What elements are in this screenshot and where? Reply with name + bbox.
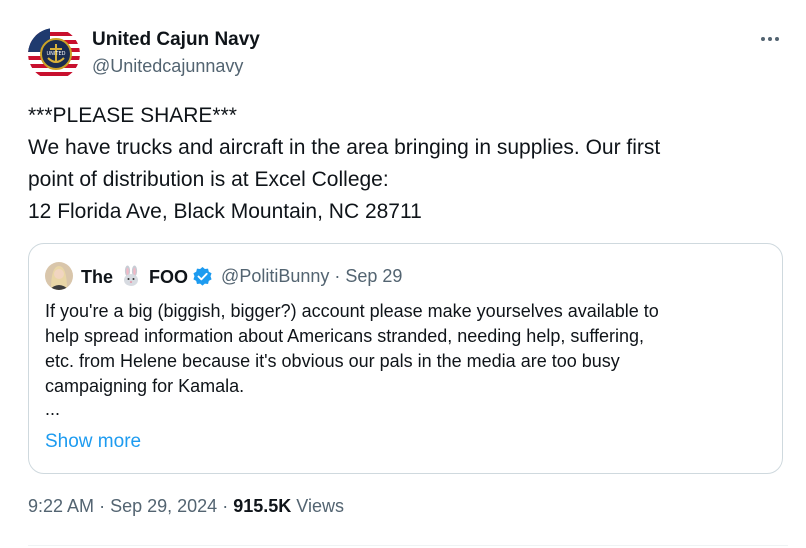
quoted-text-line: If you're a big (biggish, bigger?) accou… <box>45 301 659 321</box>
united-cajun-navy-logo-icon: UNITED <box>28 28 80 80</box>
quoted-text-ellipsis: ... <box>45 399 61 419</box>
views-count: 915.5K <box>233 496 292 516</box>
tweet-metadata: 9:22 AM · Sep 29, 2024 · 915.5K Views <box>28 496 344 517</box>
tweet-text-line: ***PLEASE SHARE*** <box>28 104 237 127</box>
quoted-author-name-part: FOO <box>149 266 189 287</box>
quoted-tweet-text: If you're a big (biggish, bigger?) accou… <box>45 299 770 419</box>
tweet-text: ***PLEASE SHARE*** We have trucks and ai… <box>28 100 788 228</box>
more-icon <box>761 37 765 41</box>
verified-badge-icon <box>193 266 212 286</box>
more-icon <box>768 37 772 41</box>
more-options-button[interactable] <box>752 24 788 54</box>
author-avatar[interactable]: UNITED <box>28 28 80 80</box>
tweet-text-line: We have trucks and aircraft in the area … <box>28 136 661 159</box>
svg-text:UNITED: UNITED <box>47 51 66 57</box>
views-label: Views <box>296 496 344 516</box>
tweet-text-line: point of distribution is at Excel Colleg… <box>28 168 389 191</box>
separator-dot: · <box>99 496 106 516</box>
more-icon <box>775 37 779 41</box>
author-handle[interactable]: @Unitedcajunnavy <box>92 56 243 77</box>
quoted-author-avatar[interactable] <box>45 262 73 290</box>
separator-dot: · <box>222 496 229 516</box>
quoted-author-name-part: The <box>81 266 114 287</box>
quoted-text-line: help spread information about Americans … <box>45 326 645 346</box>
divider <box>28 545 788 546</box>
quoted-tweet[interactable]: The FOO @PolitiBunny · Sep 29 If you're … <box>28 243 783 474</box>
quoted-author-name[interactable]: The FOO <box>81 265 188 288</box>
quoted-text-line: campaigning for Kamala. <box>45 376 245 396</box>
quoted-tweet-date[interactable]: Sep 29 <box>345 266 402 287</box>
separator-dot: · <box>334 265 341 286</box>
tweet-time[interactable]: 9:22 AM <box>28 496 94 516</box>
rabbit-face-icon <box>124 265 139 286</box>
tweet-text-line: 12 Florida Ave, Black Mountain, NC 28711 <box>28 200 422 223</box>
tweet: UNITED United Cajun Navy @Unitedcajunnav… <box>0 0 806 548</box>
quoted-text-line: etc. from Helene because it's obvious ou… <box>45 351 620 371</box>
tweet-date[interactable]: Sep 29, 2024 <box>110 496 217 516</box>
quoted-author-handle[interactable]: @PolitiBunny <box>221 266 329 287</box>
author-name[interactable]: United Cajun Navy <box>92 29 260 51</box>
show-more-link[interactable]: Show more <box>45 431 141 453</box>
quoted-tweet-header: The FOO @PolitiBunny · Sep 29 <box>45 262 402 290</box>
person-avatar-icon <box>45 262 73 290</box>
